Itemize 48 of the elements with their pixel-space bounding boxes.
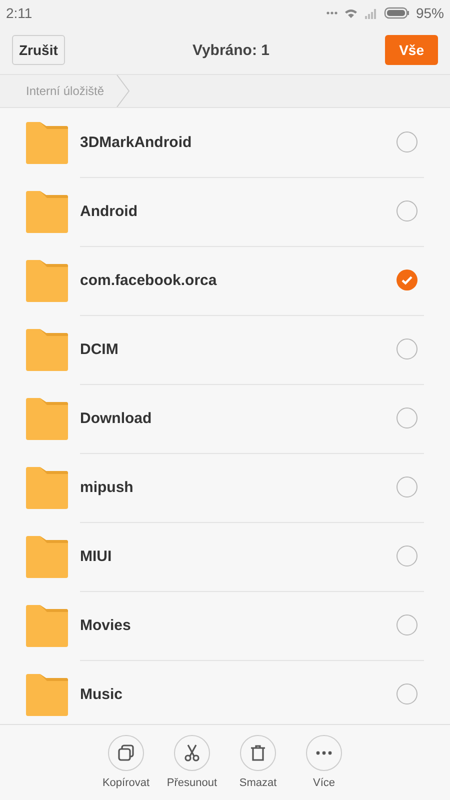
folder-name[interactable]: Android [80,202,138,220]
unchecked-radio[interactable] [396,200,418,222]
clock: 2:11 [6,5,32,21]
checked-radio[interactable] [396,269,418,291]
dots-icon [326,11,338,15]
folder-icon [26,398,68,440]
unchecked-radio[interactable] [396,614,418,636]
folder-icon [26,674,68,716]
unchecked-radio[interactable] [396,683,418,705]
folder-icon [26,190,68,232]
folder-name[interactable]: mipush [80,478,134,496]
folder-icon [26,466,68,508]
folder-icon [26,604,68,646]
folder-name[interactable]: com.facebook.orca [80,272,217,288]
selection-title: Vybráno: 1 [192,42,270,58]
battery-icon [384,7,410,19]
unchecked-radio[interactable] [396,338,418,360]
unchecked-radio[interactable] [396,545,418,567]
wifi-icon [344,8,358,18]
copy-button[interactable] [108,735,144,771]
scissors-icon [183,744,201,762]
move-button[interactable] [174,735,210,771]
action-label: Více [312,777,335,789]
more-icon [315,750,333,756]
action-label: Přesunout [166,777,218,789]
more-button[interactable] [306,735,342,771]
folder-name[interactable]: Movies [80,616,131,634]
folder-icon [26,536,68,578]
unchecked-radio[interactable] [396,131,418,153]
delete-button[interactable] [240,735,276,771]
trash-icon [249,744,267,762]
folder-name[interactable]: 3DMarkAndroid [80,134,192,150]
signal-icon [364,8,378,18]
unchecked-radio[interactable] [396,407,418,429]
folder-icon [26,328,68,370]
folder-name[interactable]: Music [80,686,123,702]
cancel-button[interactable]: Zrušit [12,35,65,65]
folder-name[interactable]: MIUI [80,548,112,564]
folder-icon [26,122,68,164]
breadcrumb-separator-icon [116,75,130,107]
action-label: Smazat [239,777,277,789]
action-label: Kopírovat [102,777,150,789]
copy-icon [117,744,135,762]
folder-icon [26,260,68,302]
folder-name[interactable]: DCIM [80,340,118,358]
unchecked-radio[interactable] [396,476,418,498]
battery-level: 95% [416,5,444,21]
folder-name[interactable]: Download [80,410,152,426]
